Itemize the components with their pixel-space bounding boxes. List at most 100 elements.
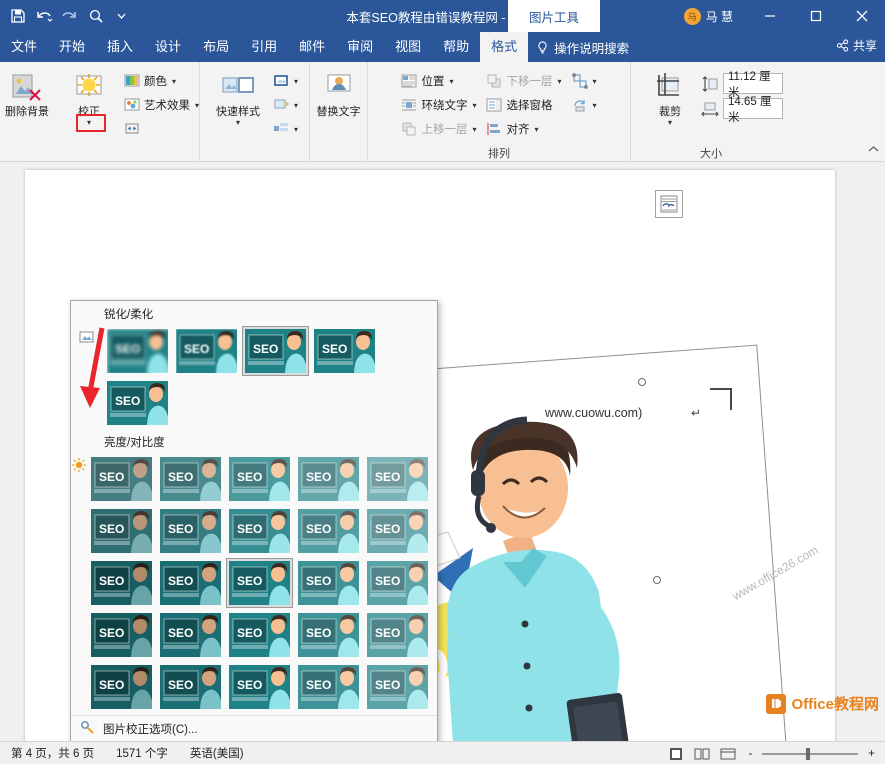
- share-button[interactable]: 共享: [836, 37, 877, 54]
- document-area[interactable]: www.cuowu.com) ↵ S: [0, 162, 885, 741]
- gallery-thumb-sharpen-2[interactable]: SEO: [241, 326, 309, 376]
- word-count[interactable]: 1571 个字: [105, 745, 179, 761]
- chevron-down-icon[interactable]: ▾: [593, 77, 597, 86]
- gallery-thumb-brightness-7[interactable]: SEO: [226, 506, 293, 556]
- chevron-down-icon[interactable]: ▾: [534, 125, 538, 134]
- tell-me-search[interactable]: 操作说明搜索: [536, 32, 629, 62]
- gallery-thumb-brightness-2[interactable]: SEO: [226, 454, 293, 504]
- tab-layout[interactable]: 布局: [192, 32, 240, 62]
- gallery-thumb-brightness-12[interactable]: SEO: [226, 558, 293, 608]
- quick-access-toolbar[interactable]: [0, 4, 134, 28]
- picture-effects-button[interactable]: ▾: [269, 94, 302, 116]
- chevron-down-icon[interactable]: ▾: [236, 119, 240, 127]
- quick-styles-button[interactable]: 快速样式 ▾: [207, 67, 269, 127]
- restore-button[interactable]: [793, 0, 839, 32]
- gallery-thumb-brightness-19[interactable]: SEO: [364, 610, 431, 660]
- tab-view[interactable]: 视图: [384, 32, 432, 62]
- ribbon-tabs[interactable]: 文件 开始 插入 设计 布局 引用 邮件 审阅 视图 帮助 格式 操作说明搜索 …: [0, 32, 885, 62]
- tab-references[interactable]: 引用: [240, 32, 288, 62]
- gallery-thumb-brightness-11[interactable]: SEO: [157, 558, 224, 608]
- gallery-thumb-brightness-21[interactable]: SEO: [157, 662, 224, 712]
- customize-icon[interactable]: [110, 4, 134, 28]
- chevron-down-icon[interactable]: ▾: [472, 101, 476, 110]
- selection-handle-top-right[interactable]: [638, 378, 646, 386]
- gallery-thumb-sharpen-3[interactable]: SEO: [311, 326, 378, 376]
- chevron-down-icon[interactable]: ▾: [294, 125, 298, 134]
- align-button[interactable]: 对齐 ▾: [482, 118, 565, 140]
- wrap-text-button[interactable]: 环绕文字 ▾: [397, 94, 480, 116]
- gallery-thumb-sharpen-1[interactable]: SEO: [173, 326, 240, 376]
- close-button[interactable]: [839, 0, 885, 32]
- page-info[interactable]: 第 4 页，共 6 页: [0, 745, 105, 761]
- gallery-thumb-brightness-4[interactable]: SEO: [364, 454, 431, 504]
- undo-icon[interactable]: [32, 4, 56, 28]
- gallery-thumb-brightness-22[interactable]: SEO: [226, 662, 293, 712]
- gallery-thumb-brightness-5[interactable]: SEO: [88, 506, 155, 556]
- chevron-down-icon[interactable]: ▾: [172, 77, 176, 86]
- chevron-down-icon[interactable]: ▾: [294, 77, 298, 86]
- tab-insert[interactable]: 插入: [96, 32, 144, 62]
- gallery-thumb-brightness-9[interactable]: SEO: [364, 506, 431, 556]
- selection-handle-mid-right[interactable]: [653, 576, 661, 584]
- print-layout-icon[interactable]: [666, 745, 686, 762]
- shape-width-input[interactable]: 14.65 厘米: [723, 96, 783, 124]
- tab-mailings[interactable]: 邮件: [288, 32, 336, 62]
- gallery-thumb-brightness-13[interactable]: SEO: [295, 558, 362, 608]
- group-button[interactable]: ▾: [568, 70, 601, 92]
- chevron-down-icon[interactable]: ▾: [195, 101, 199, 110]
- gallery-thumb-brightness-23[interactable]: SEO: [295, 662, 362, 712]
- selection-pane-button[interactable]: 选择窗格: [482, 94, 565, 116]
- position-button[interactable]: 位置 ▾: [397, 70, 480, 92]
- minimize-button[interactable]: [747, 0, 793, 32]
- picture-corrections-options-item[interactable]: 图片校正选项(C)...: [71, 715, 437, 741]
- gallery-thumb-brightness-6[interactable]: SEO: [157, 506, 224, 556]
- chevron-up-icon[interactable]: [868, 145, 879, 157]
- rotate-button[interactable]: ▾: [568, 94, 601, 116]
- gallery-grid-sharpen[interactable]: SEO SEO SEO SEO SEO: [103, 325, 437, 429]
- gallery-thumb-brightness-10[interactable]: SEO: [88, 558, 155, 608]
- compress-pictures-button[interactable]: [120, 118, 203, 140]
- chevron-down-icon[interactable]: ▾: [472, 125, 476, 134]
- gallery-thumb-brightness-15[interactable]: SEO: [88, 610, 155, 660]
- gallery-thumb-brightness-24[interactable]: SEO: [364, 662, 431, 712]
- redo-icon[interactable]: [58, 4, 82, 28]
- tab-help[interactable]: 帮助: [432, 32, 480, 62]
- tab-home[interactable]: 开始: [48, 32, 96, 62]
- chevron-down-icon[interactable]: ▾: [593, 101, 597, 110]
- language-indicator[interactable]: 英语(美国): [179, 745, 255, 761]
- remove-background-button[interactable]: 删除背景: [0, 67, 58, 119]
- chevron-down-icon[interactable]: ▾: [557, 77, 561, 86]
- web-layout-icon[interactable]: [718, 745, 738, 762]
- picture-layout-button[interactable]: ▾: [269, 118, 302, 140]
- save-icon[interactable]: [6, 4, 30, 28]
- gallery-thumb-brightness-1[interactable]: SEO: [157, 454, 224, 504]
- chevron-down-icon[interactable]: ▾: [449, 77, 453, 86]
- zoom-out-button[interactable]: -: [744, 748, 756, 760]
- tab-review[interactable]: 审阅: [336, 32, 384, 62]
- gallery-thumb-brightness-0[interactable]: SEO: [88, 454, 155, 504]
- crop-button[interactable]: 裁剪 ▾: [639, 67, 701, 127]
- read-mode-icon[interactable]: [692, 745, 712, 762]
- gallery-thumb-brightness-3[interactable]: SEO: [295, 454, 362, 504]
- shape-height-input[interactable]: 11.12 厘米: [723, 71, 783, 99]
- tab-design[interactable]: 设计: [144, 32, 192, 62]
- alt-text-button[interactable]: 替换文字: [308, 67, 370, 119]
- gallery-thumb-brightness-8[interactable]: SEO: [295, 506, 362, 556]
- zoom-thumb[interactable]: [806, 747, 811, 760]
- chevron-down-icon[interactable]: ▾: [294, 101, 298, 110]
- gallery-grid-brightness[interactable]: SEO SEO SEO SEO SEO SEO SEO SEO SEO SEO …: [87, 453, 437, 713]
- zoom-slider[interactable]: [762, 745, 859, 762]
- picture-border-button[interactable]: ▾: [269, 70, 302, 92]
- zoom-in-button[interactable]: +: [864, 748, 881, 760]
- artistic-effects-button[interactable]: 艺术效果 ▾: [120, 94, 203, 116]
- bring-forward-button[interactable]: 上移一层 ▾: [397, 118, 480, 140]
- tab-format[interactable]: 格式: [480, 32, 529, 62]
- layout-options-button[interactable]: [655, 190, 683, 218]
- gallery-thumb-brightness-16[interactable]: SEO: [157, 610, 224, 660]
- gallery-thumb-brightness-14[interactable]: SEO: [364, 558, 431, 608]
- user-account[interactable]: 马 马 慧: [683, 7, 733, 25]
- tab-file[interactable]: 文件: [0, 32, 49, 62]
- gallery-thumb-brightness-18[interactable]: SEO: [295, 610, 362, 660]
- print-preview-icon[interactable]: [84, 4, 108, 28]
- gallery-thumb-brightness-20[interactable]: SEO: [88, 662, 155, 712]
